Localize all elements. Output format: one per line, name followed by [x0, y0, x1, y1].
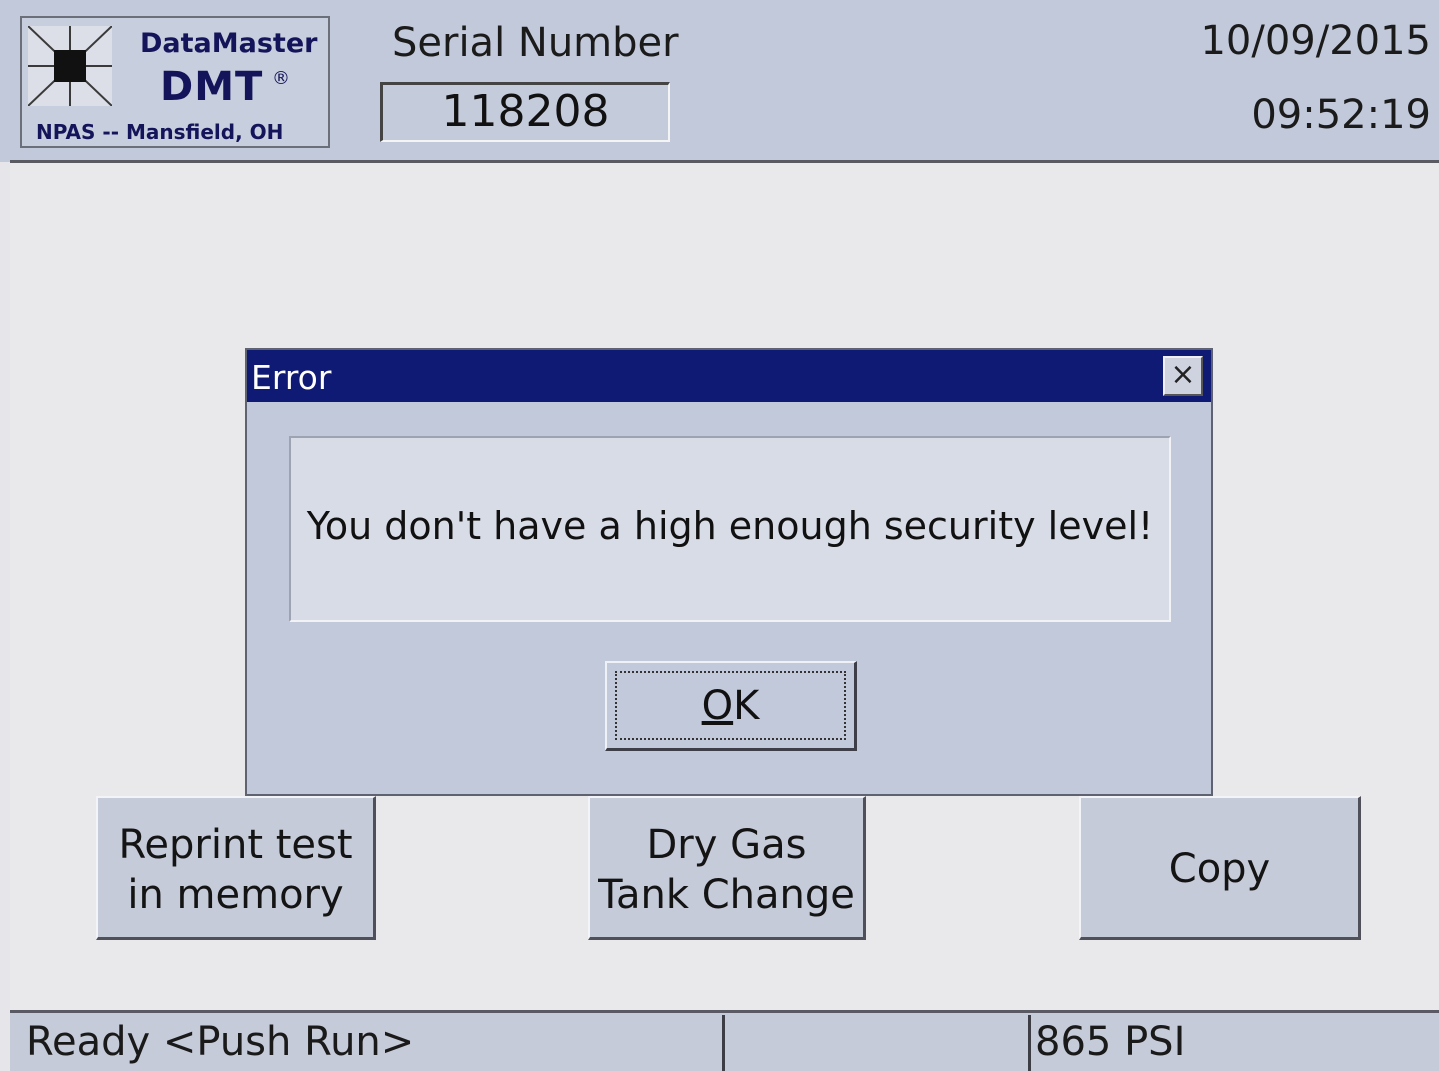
copy-button[interactable]: Copy — [1079, 796, 1361, 940]
copy-label: Copy — [1168, 846, 1271, 892]
registered-mark: ® — [272, 68, 290, 89]
status-cell-pressure: 865 PSI — [1028, 1015, 1428, 1071]
logo-model-text: DMT — [160, 64, 264, 110]
serial-number-field: 118208 — [380, 82, 670, 142]
serial-number-label: Serial Number — [392, 20, 679, 66]
error-dialog: Error × You don't have a high enough sec… — [245, 348, 1213, 796]
reprint-test-label-line2: in memory — [127, 872, 344, 918]
status-bar: Ready <Push Run> 865 PSI — [10, 1010, 1439, 1071]
date-display: 10/09/2015 — [1200, 18, 1431, 64]
dialog-title: Error — [251, 358, 332, 397]
logo-brand-text: DataMaster — [140, 28, 318, 59]
header-bar: DataMaster DMT ® NPAS -- Mansfield, OH S… — [0, 0, 1439, 162]
dialog-titlebar: Error × — [247, 350, 1211, 402]
status-cell-message: Ready <Push Run> — [22, 1015, 722, 1071]
ok-label-rest: K — [733, 683, 760, 729]
reprint-test-button[interactable]: Reprint test in memory — [96, 796, 376, 940]
ok-label-mnemonic: O — [701, 683, 734, 729]
dialog-message-box: You don't have a high enough security le… — [289, 436, 1171, 622]
logo-location-text: NPAS -- Mansfield, OH — [36, 120, 284, 144]
datamaster-logo-icon — [28, 26, 112, 106]
dry-gas-label-line1: Dry Gas — [646, 822, 807, 868]
close-icon: × — [1170, 357, 1196, 392]
close-button[interactable]: × — [1163, 356, 1203, 396]
dialog-message: You don't have a high enough security le… — [306, 504, 1154, 548]
pressure-readout: 865 PSI — [1035, 1019, 1186, 1065]
ok-button[interactable]: OK — [605, 661, 857, 751]
time-display: 09:52:19 — [1251, 92, 1431, 138]
dry-gas-tank-change-button[interactable]: Dry Gas Tank Change — [588, 796, 866, 940]
reprint-test-label-line1: Reprint test — [118, 822, 353, 868]
status-message: Ready <Push Run> — [26, 1019, 415, 1065]
datamaster-logo: DataMaster DMT ® NPAS -- Mansfield, OH — [20, 16, 330, 148]
ok-label: OK — [607, 683, 854, 729]
status-cell-middle — [722, 1015, 1028, 1071]
dry-gas-label-line2: Tank Change — [598, 872, 855, 918]
